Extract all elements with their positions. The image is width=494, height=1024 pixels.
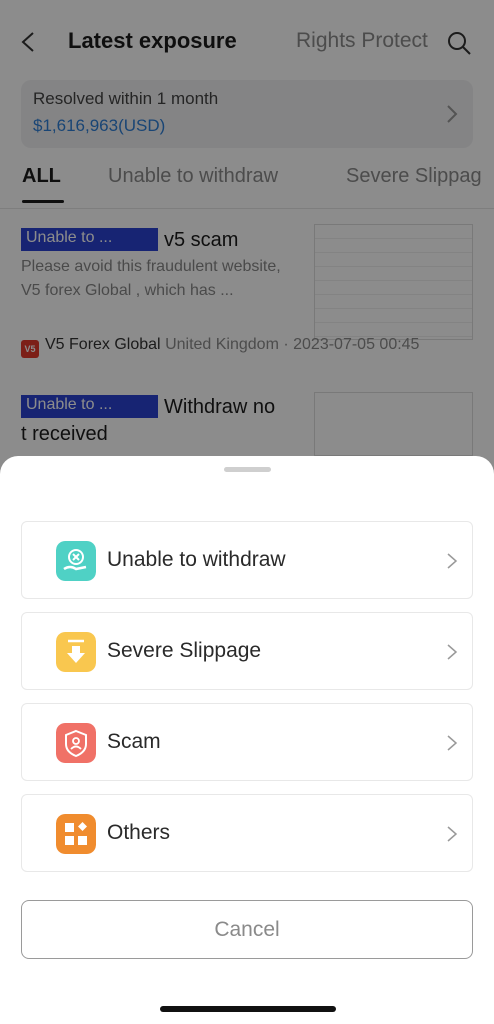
drag-handle[interactable] [224, 467, 271, 472]
chevron-right-icon [447, 735, 458, 751]
download-arrow-icon [56, 632, 96, 672]
option-label: Severe Slippage [107, 639, 262, 662]
option-label: Others [107, 821, 171, 844]
bottom-sheet: Unable to withdraw Severe Slippage Scam [0, 456, 494, 1024]
chevron-right-icon [447, 553, 458, 569]
option-severe-slippage[interactable]: Severe Slippage [21, 612, 473, 690]
chevron-right-icon [447, 826, 458, 842]
shield-icon [56, 723, 96, 763]
option-others[interactable]: Others [21, 794, 473, 872]
option-unable-to-withdraw[interactable]: Unable to withdraw [21, 521, 473, 599]
option-label: Scam [107, 730, 161, 753]
chevron-right-icon [447, 644, 458, 660]
option-scam[interactable]: Scam [21, 703, 473, 781]
option-label: Unable to withdraw [107, 548, 286, 571]
grid-icon [56, 814, 96, 854]
cancel-button[interactable]: Cancel [21, 900, 473, 959]
home-indicator[interactable] [160, 1006, 336, 1012]
withdraw-hand-icon [56, 541, 96, 581]
